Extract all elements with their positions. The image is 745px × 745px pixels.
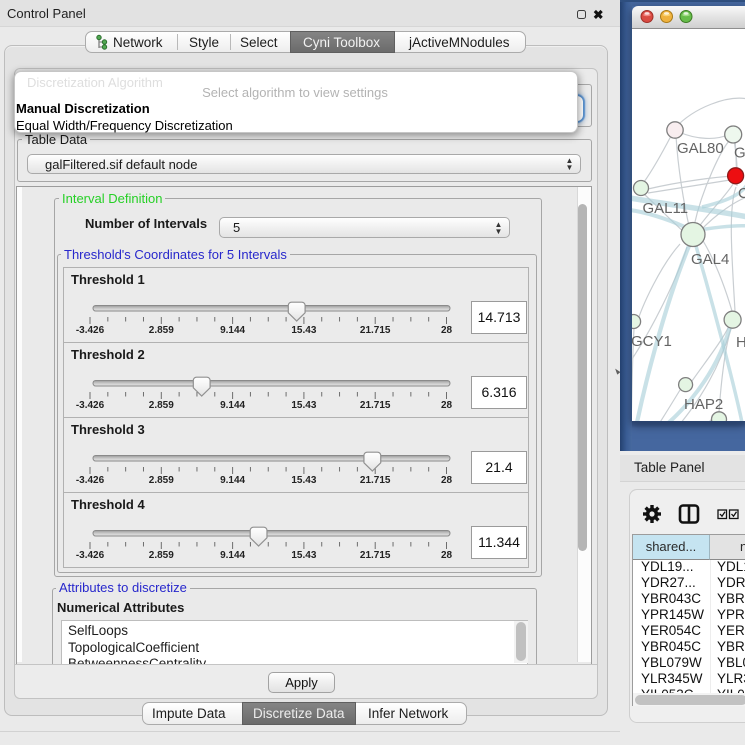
svg-text:GAL4: GAL4: [691, 251, 729, 268]
svg-text:GCY1: GCY1: [632, 333, 672, 350]
svg-text:HAP2: HAP2: [684, 396, 723, 413]
svg-text:GAL80: GAL80: [677, 140, 724, 157]
svg-text:GAL3: GAL3: [734, 145, 745, 162]
svg-text:GAL11: GAL11: [643, 200, 689, 217]
svg-text:HIS: HIS: [736, 334, 745, 351]
svg-text:CAL: CAL: [738, 185, 745, 202]
